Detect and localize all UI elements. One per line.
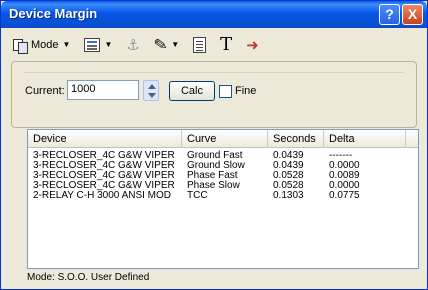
spin-up-icon[interactable] [148,84,156,89]
exit-button[interactable]: ➜ [242,34,263,56]
column-header-device[interactable]: Device [28,130,182,148]
list-header: Device Curve Seconds Delta [28,130,418,148]
font-button[interactable]: T [216,34,236,56]
device-list[interactable]: Device Curve Seconds Delta 3-RECLOSER_4C… [27,129,419,269]
document-icon [193,36,207,53]
chevron-down-icon: ▼ [104,40,113,49]
toolbar: Mode ▼ ▼ ⚓ ✎ ▼ T ➜ [9,32,419,57]
table-row[interactable]: 2-RELAY C-H 3000 ANSI MOD TCC 0.1303 0.0… [28,191,418,201]
font-icon: T [220,34,233,55]
title-bar[interactable]: Device Margin ? X [1,1,427,28]
exit-icon: ➜ [246,36,259,54]
list-rows: 3-RECLOSER_4C G&W VIPER Ground Fast 0.04… [28,151,418,201]
window-title: Device Margin [9,6,98,21]
cell-curve: TCC [187,190,208,201]
fine-label: Fine [235,85,257,97]
mode-label: Mode [31,38,59,51]
anchor-button[interactable]: ⚓ [122,34,143,56]
mode-dropdown[interactable]: Mode ▼ [9,34,74,56]
current-label: Current: [25,85,65,97]
column-header-seconds[interactable]: Seconds [268,130,324,148]
device-margin-window: Device Margin ? X Mode ▼ ▼ ⚓ ✎ ▼ T ➜ Cur… [0,0,428,290]
spin-down-icon[interactable] [148,93,156,98]
cell-delta: 0.0775 [329,190,360,201]
column-header-delta[interactable]: Delta [324,130,406,148]
current-input[interactable]: 1000 [67,80,139,100]
help-button[interactable]: ? [379,4,400,25]
close-button[interactable]: X [402,4,423,25]
calc-button[interactable]: Calc [169,81,215,101]
anchor-icon: ⚓ [126,36,140,54]
cell-seconds: 0.1303 [273,190,304,201]
cell-device: 2-RELAY C-H 3000 ANSI MOD [33,190,172,201]
column-header-curve[interactable]: Curve [182,130,268,148]
status-bar: Mode: S.O.O. User Defined [27,272,150,283]
fine-checkbox[interactable] [219,85,232,98]
properties-dropdown[interactable]: ▼ [80,34,116,56]
mode-icon [13,38,28,54]
document-button[interactable] [189,34,210,56]
current-spinner[interactable] [143,80,159,101]
pen-icon: ✎ [152,35,169,55]
pen-dropdown[interactable]: ✎ ▼ [150,34,183,56]
chevron-down-icon: ▼ [171,40,180,49]
chevron-down-icon: ▼ [62,40,71,49]
properties-icon [84,37,101,52]
